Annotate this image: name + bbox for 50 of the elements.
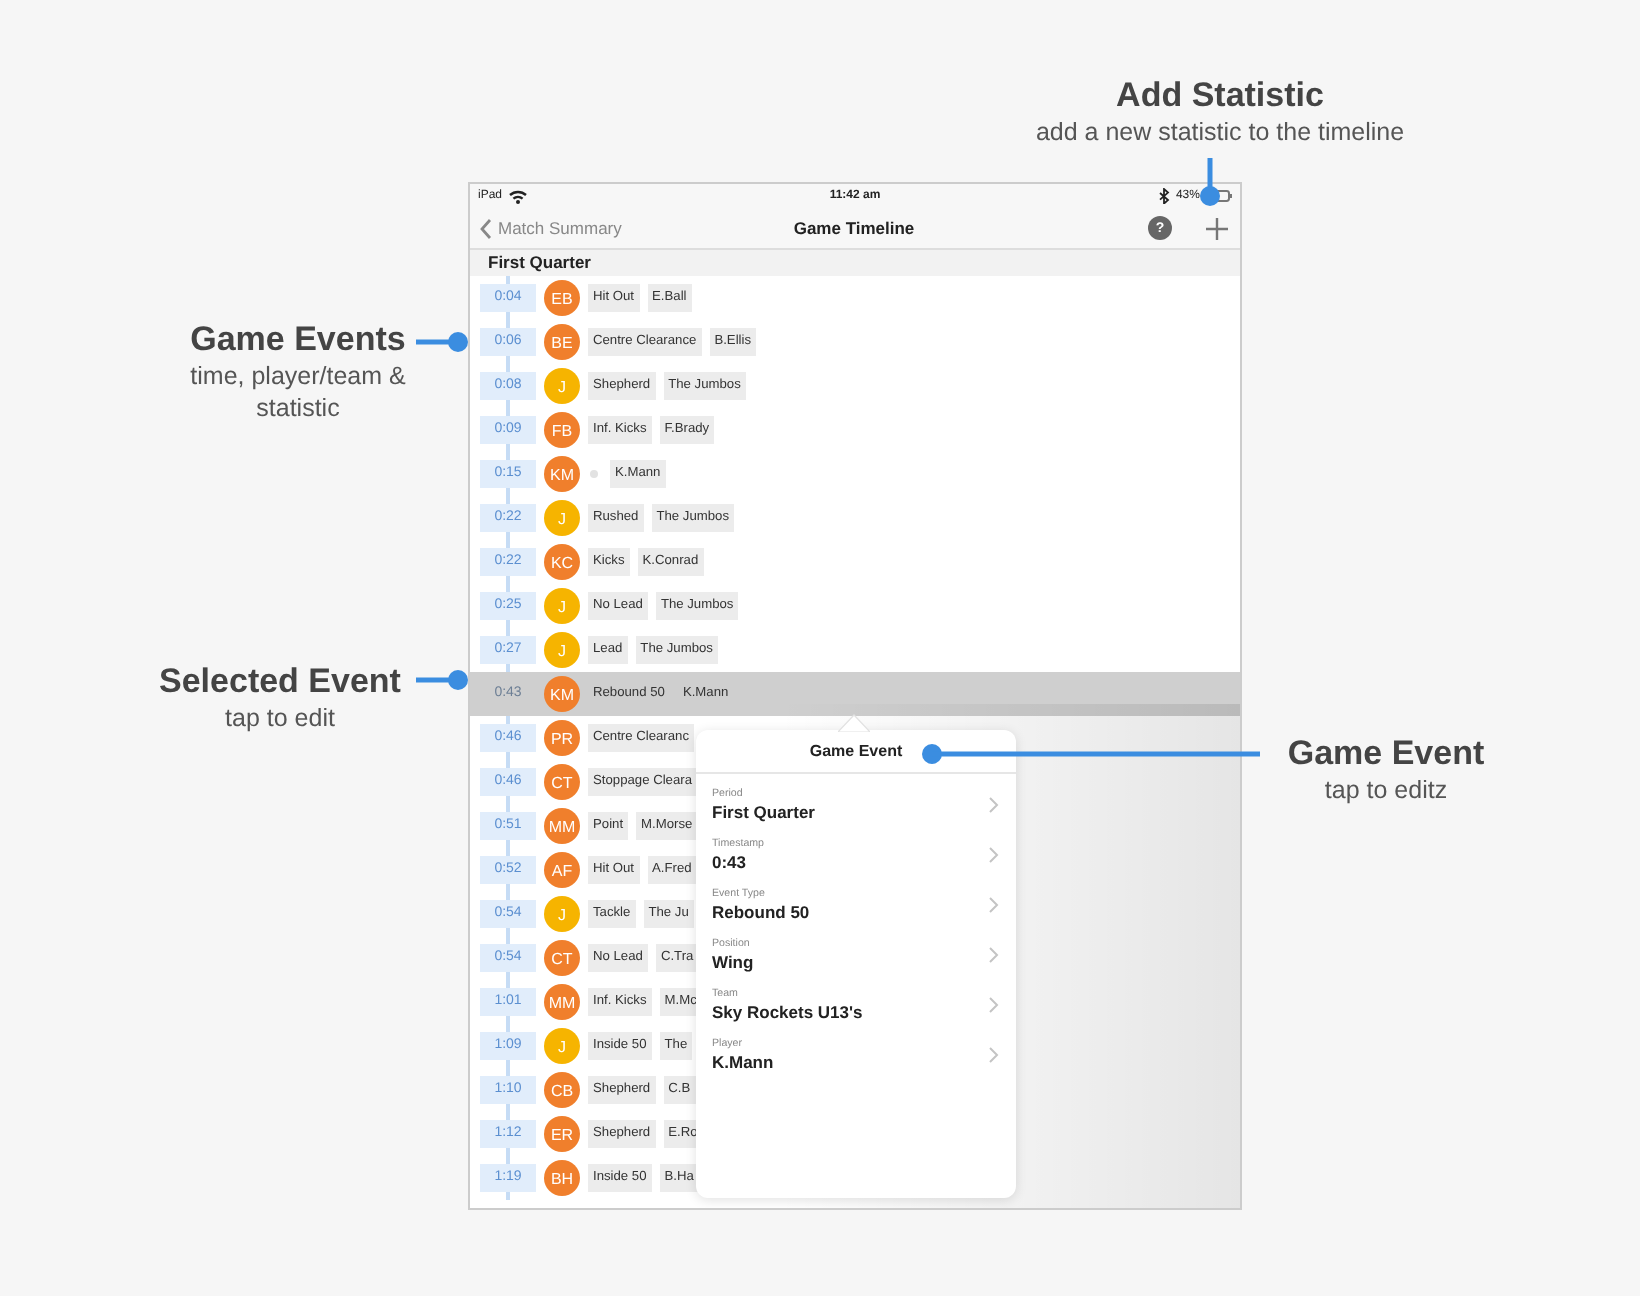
player-avatar: KM: [544, 676, 580, 712]
callout-caption: tap to edit: [223, 702, 337, 734]
player-avatar: BH: [544, 1160, 580, 1196]
wifi-icon: [508, 188, 529, 204]
bluetooth-icon: [1157, 188, 1170, 204]
player-avatar: J: [544, 500, 580, 536]
player-avatar: MM: [544, 984, 580, 1020]
field-value: Sky Rockets U13's: [712, 1002, 863, 1022]
player-avatar: CB: [544, 1072, 580, 1108]
player-avatar: AF: [544, 852, 580, 888]
player-avatar: PR: [544, 720, 580, 756]
field-value: K.Mann: [712, 1052, 774, 1072]
callout-caption: tap to editz: [1322, 774, 1450, 806]
chevron-right-icon: [988, 1046, 1000, 1064]
callout-title: Game Events: [188, 320, 408, 360]
chevron-right-icon: [988, 896, 1000, 914]
player-avatar: FB: [544, 412, 580, 448]
callout-caption: add a new statistic to the timeline: [1033, 116, 1407, 148]
callout-caption: time, player/team & statistic: [188, 360, 408, 424]
add-icon[interactable]: [1205, 217, 1228, 239]
screen-title: Game Timeline: [793, 218, 915, 238]
player-avatar: KC: [544, 544, 580, 580]
field-value: Rebound 50: [712, 902, 810, 922]
leader-line: [416, 330, 468, 354]
player-avatar: J: [544, 1028, 580, 1064]
chevron-right-icon: [988, 996, 1000, 1014]
chevron-right-icon: [988, 846, 1000, 864]
chevron-right-icon: [988, 796, 1000, 814]
player-avatar: ER: [544, 1116, 580, 1152]
player-avatar: CT: [544, 940, 580, 976]
player-avatar: EB: [544, 280, 580, 316]
player-avatar: MM: [544, 808, 580, 844]
section-header: First Quarter: [470, 250, 1240, 276]
leader-line: [1198, 158, 1222, 208]
callout-title: Selected Event: [157, 662, 403, 702]
chevron-left-icon: [480, 217, 492, 239]
player-avatar: J: [544, 588, 580, 624]
leader-line: [416, 668, 468, 692]
player-avatar: KM: [544, 456, 580, 492]
chevron-right-icon: [988, 946, 1000, 964]
player-avatar: BE: [544, 324, 580, 360]
callout-title: Add Statistic: [1114, 76, 1326, 116]
player-avatar: J: [544, 632, 580, 668]
player-avatar: J: [544, 896, 580, 932]
player-avatar: J: [544, 368, 580, 404]
field-value: First Quarter: [712, 802, 815, 822]
player-avatar: CT: [544, 764, 580, 800]
field-value: Wing: [712, 952, 754, 972]
field-value: 0:43: [712, 852, 749, 872]
callout-title: Game Event: [1285, 734, 1487, 774]
